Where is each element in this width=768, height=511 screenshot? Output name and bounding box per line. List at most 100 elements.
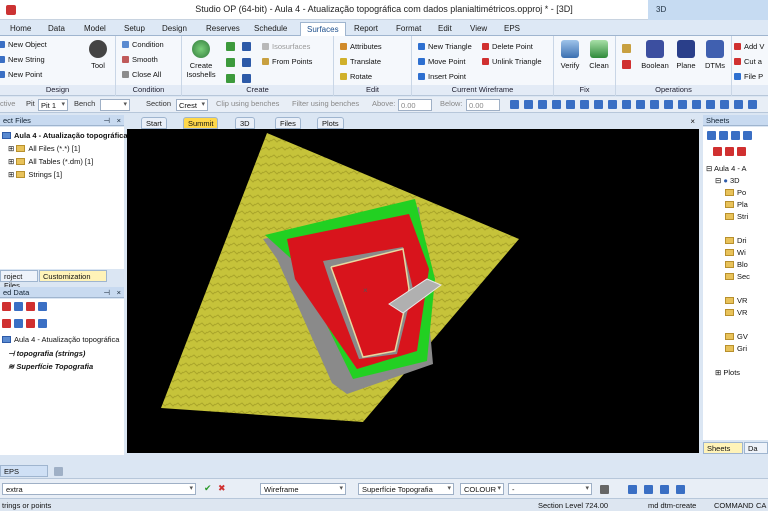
tree-item-all-tables[interactable]: ⊞ All Tables (*.dm) [1] [8, 157, 93, 166]
loaded-item-superficie[interactable]: ≋ Superfície Topografia [8, 362, 93, 371]
nav-icon-17[interactable] [734, 100, 743, 109]
dtms-button[interactable]: DTMs [702, 40, 728, 70]
new-string-button[interactable]: New String [0, 55, 45, 64]
delete-point-button[interactable]: Delete Point [482, 42, 533, 51]
nav-icon-13[interactable] [678, 100, 687, 109]
check-icon[interactable]: ✔ [204, 483, 212, 494]
tab-eps-sequence[interactable]: EPS Sequence [0, 465, 48, 485]
smooth-button[interactable]: Smooth [122, 55, 158, 64]
tab-eps[interactable]: EPS [498, 22, 526, 36]
attributes-button[interactable]: Attributes [340, 42, 382, 51]
tab-start[interactable]: Start [141, 117, 167, 129]
from-points-button[interactable]: From Points [262, 57, 312, 66]
tab-design[interactable]: Design [156, 22, 193, 36]
close-icon[interactable]: × [117, 116, 121, 125]
bench-select[interactable] [100, 99, 130, 111]
unlink-triangle-button[interactable]: Unlink Triangle [482, 57, 542, 66]
tab-schedule[interactable]: Schedule [248, 22, 293, 36]
rotate-button[interactable]: Rotate [340, 72, 372, 81]
nav-icon-14[interactable] [692, 100, 701, 109]
nav-icon-18[interactable] [748, 100, 757, 109]
tab-summit[interactable]: Summit [183, 117, 219, 129]
sheet-item-sec[interactable]: Sec [725, 272, 750, 281]
add-v-button[interactable]: Add V [734, 42, 764, 51]
create-icon-3[interactable] [226, 58, 235, 67]
tab-3d[interactable]: 3D [235, 117, 255, 129]
close-all-button[interactable]: Close All [122, 70, 161, 79]
cut-button[interactable]: Cut a [734, 57, 762, 66]
sheet-item-po[interactable]: Po [725, 188, 746, 197]
create-icon-1[interactable] [226, 42, 235, 51]
close-icon[interactable]: × [690, 117, 695, 126]
command-input[interactable]: extra [2, 483, 196, 495]
extra-select[interactable]: - [508, 483, 592, 495]
tab-sheets[interactable]: Sheets [703, 442, 743, 454]
clean-button[interactable]: Clean [586, 40, 612, 70]
tree-item-strings[interactable]: ⊞ Strings [1] [8, 170, 62, 179]
sheet-item-vr-2[interactable]: VR [725, 308, 747, 317]
file-p-button[interactable]: File P [734, 72, 763, 81]
create-icon-5[interactable] [226, 74, 235, 83]
context-tab-3d[interactable]: 3D [648, 0, 768, 20]
tab-options-icon[interactable] [54, 467, 63, 476]
sheet-item-gv[interactable]: GV [725, 332, 748, 341]
sheets-tool-icon-7[interactable] [737, 147, 746, 156]
filter-benches-button[interactable]: Filter using benches [292, 99, 359, 108]
loaded-tool-icon-4[interactable] [38, 302, 47, 311]
nav-icon-2[interactable] [524, 100, 533, 109]
operations-icon-1[interactable] [622, 44, 631, 53]
sheet-item-gri[interactable]: Gri [725, 344, 747, 353]
loaded-root[interactable]: Aula 4 - Atualização topográfica [2, 335, 119, 344]
clip-benches-button[interactable]: Clip using benches [216, 99, 279, 108]
nav-icon-1[interactable] [510, 100, 519, 109]
nav-icon-4[interactable] [552, 100, 561, 109]
sheets-tool-icon-3[interactable] [731, 131, 740, 140]
tab-data[interactable]: Da [744, 442, 768, 454]
tab-plots[interactable]: Plots [317, 117, 344, 129]
below-input[interactable]: 0.00 [466, 99, 500, 111]
nav-icon-12[interactable] [664, 100, 673, 109]
loaded-tool-icon-5[interactable] [2, 319, 11, 328]
operations-icon-2[interactable] [622, 60, 631, 69]
pit-select[interactable]: Pit 1 [38, 99, 68, 111]
loaded-item-topografia[interactable]: ⊣ topografia (strings) [8, 349, 85, 358]
isosurfaces-button[interactable]: Isosurfaces [262, 42, 310, 51]
tab-report[interactable]: Report [348, 22, 384, 36]
plane-button[interactable]: Plane [674, 40, 698, 70]
new-object-button[interactable]: New Object [0, 40, 47, 49]
nav-icon-16[interactable] [720, 100, 729, 109]
create-isoshells-button[interactable]: Create Isoshells [184, 40, 218, 79]
tab-project-files[interactable]: roject Files [0, 270, 38, 290]
sheets-tool-icon-6[interactable] [725, 147, 734, 156]
loaded-tool-icon-7[interactable] [26, 319, 35, 328]
new-point-button[interactable]: New Point [0, 70, 42, 79]
boolean-button[interactable]: Boolean [640, 40, 670, 70]
loaded-tool-icon-3[interactable] [26, 302, 35, 311]
colour-select[interactable]: COLOUR [460, 483, 504, 495]
loaded-tool-icon-1[interactable] [2, 302, 11, 311]
nav-icon-9[interactable] [622, 100, 631, 109]
loaded-tool-icon-2[interactable] [14, 302, 23, 311]
object-select[interactable]: Superfície Topografia [358, 483, 454, 495]
sheet-item-vr-1[interactable]: VR [725, 296, 747, 305]
sheet-item-wi[interactable]: Wi [725, 248, 746, 257]
tree-item-all-files[interactable]: ⊞ All Files (*.*) [1] [8, 144, 80, 153]
sheets-tool-icon-2[interactable] [719, 131, 728, 140]
sheet-item-dri[interactable]: Dri [725, 236, 747, 245]
loaded-tool-icon-6[interactable] [14, 319, 23, 328]
create-icon-4[interactable] [242, 58, 251, 67]
3d-viewport[interactable]: × [127, 129, 699, 453]
sheet-item-3d[interactable]: ⊟ ● 3D [715, 176, 740, 185]
sheets-tool-icon-1[interactable] [707, 131, 716, 140]
insert-point-button[interactable]: Insert Point [418, 72, 466, 81]
nav-icon-10[interactable] [636, 100, 645, 109]
tab-home[interactable]: Home [4, 22, 37, 36]
sheets-tool-icon-5[interactable] [713, 147, 722, 156]
sheet-item-stri[interactable]: Stri [725, 212, 748, 221]
sheet-item-blo[interactable]: Blo [725, 260, 748, 269]
nav-icon-8[interactable] [608, 100, 617, 109]
nav-icon-3[interactable] [538, 100, 547, 109]
sheets-tool-icon-4[interactable] [743, 131, 752, 140]
verify-button[interactable]: Verify [558, 40, 582, 70]
tab-edit[interactable]: Edit [432, 22, 458, 36]
